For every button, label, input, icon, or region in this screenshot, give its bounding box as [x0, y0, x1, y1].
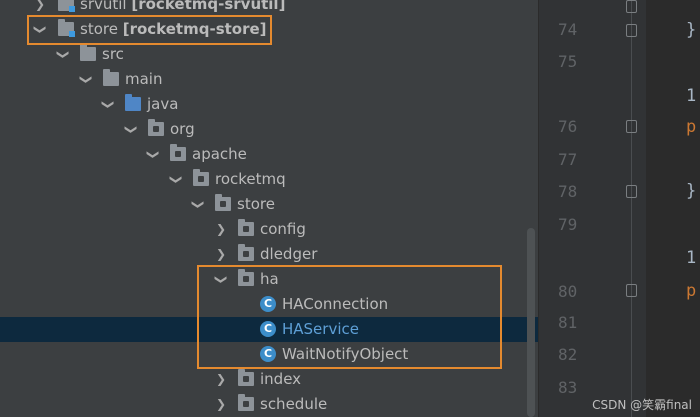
- line-number: 78: [558, 182, 578, 201]
- line-number: 83: [558, 378, 578, 397]
- module-qualifier: [rocketmq-srvutil]: [131, 0, 286, 13]
- tree-item-label: rocketmq: [215, 170, 286, 188]
- tree-item-config[interactable]: ❯ config: [0, 217, 538, 242]
- folder-icon: [103, 69, 119, 86]
- package-icon: [238, 394, 254, 411]
- package-icon: [193, 169, 209, 186]
- code-line: p: [686, 117, 697, 137]
- chevron-down-icon[interactable]: ❯: [119, 123, 144, 137]
- module-folder-icon: [58, 0, 75, 12]
- highlight-box-ha-package: [197, 265, 502, 369]
- tree-item-rocketmq[interactable]: ❯ rocketmq: [0, 167, 538, 192]
- code-line: p: [686, 281, 697, 301]
- tree-item-java[interactable]: ❯ java: [0, 92, 538, 117]
- line-number: 80: [558, 282, 578, 301]
- tree-item-label: schedule: [260, 395, 328, 413]
- highlight-box-module: [27, 15, 272, 45]
- tree-item-label: src: [102, 45, 124, 63]
- tree-item-label: config: [260, 220, 306, 238]
- code-editor[interactable]: } 1 p } 1 p: [646, 0, 700, 417]
- tree-scrollbar[interactable]: [527, 228, 535, 417]
- tree-item-src[interactable]: ❯ src: [0, 42, 538, 67]
- package-icon: [215, 194, 231, 211]
- fold-marker-icon[interactable]: [626, 185, 637, 198]
- package-icon: [238, 219, 254, 236]
- code-line: 1: [686, 86, 697, 106]
- tree-item-org[interactable]: ❯ org: [0, 117, 538, 142]
- tree-item-schedule[interactable]: ❯ schedule: [0, 392, 538, 417]
- tree-item-label: store: [237, 195, 275, 213]
- fold-marker-icon[interactable]: [626, 0, 637, 13]
- line-number: 81: [558, 313, 578, 332]
- chevron-down-icon[interactable]: ❯: [164, 173, 189, 187]
- tree-item-store-package[interactable]: ❯ store: [0, 192, 538, 217]
- tree-item-label: java: [147, 95, 179, 113]
- line-number: 77: [558, 150, 578, 169]
- code-line: 1: [686, 248, 697, 268]
- tree-item-label: apache: [192, 145, 247, 163]
- chevron-right-icon[interactable]: ❯: [214, 217, 228, 242]
- tree-item-label: dledger: [260, 245, 318, 263]
- chevron-right-icon[interactable]: ❯: [214, 392, 228, 417]
- watermark: CSDN @笑霸final: [592, 398, 692, 412]
- tree-item-dledger[interactable]: ❯ dledger: [0, 242, 538, 267]
- tree-item-label: srvutil: [80, 0, 127, 13]
- chevron-down-icon[interactable]: ❯: [51, 48, 76, 62]
- project-tree-panel: ❯ srvutil [rocketmq-srvutil] ❯ store [ro…: [0, 0, 538, 417]
- fold-marker-icon[interactable]: [626, 284, 637, 297]
- chevron-right-icon[interactable]: ❯: [214, 367, 228, 392]
- fold-marker-icon[interactable]: [626, 24, 637, 37]
- tree-item-index[interactable]: ❯ index: [0, 367, 538, 392]
- tree-item-label: org: [170, 120, 195, 138]
- line-number: 75: [558, 52, 578, 71]
- tree-item-apache[interactable]: ❯ apache: [0, 142, 538, 167]
- package-icon: [170, 144, 186, 161]
- tree-item-main[interactable]: ❯ main: [0, 67, 538, 92]
- package-icon: [238, 244, 254, 261]
- chevron-down-icon[interactable]: ❯: [186, 198, 211, 212]
- line-number: 74: [558, 20, 578, 39]
- line-number: 76: [558, 117, 578, 136]
- editor-gutter: 74 75 76 77 78 79 80 81 82 83: [538, 0, 646, 417]
- chevron-down-icon[interactable]: ❯: [96, 98, 121, 112]
- fold-guide-line: [631, 0, 632, 417]
- chevron-right-icon[interactable]: ❯: [214, 242, 228, 267]
- line-number: 79: [558, 215, 578, 234]
- tree-item-label: main: [125, 70, 163, 88]
- chevron-down-icon[interactable]: ❯: [74, 73, 99, 87]
- code-line: }: [686, 181, 697, 201]
- package-icon: [238, 369, 254, 386]
- chevron-down-icon[interactable]: ❯: [141, 148, 166, 162]
- source-root-folder-icon: [125, 94, 141, 111]
- tree-item-label: index: [260, 370, 302, 388]
- line-number: 82: [558, 345, 578, 364]
- fold-marker-icon[interactable]: [626, 120, 637, 133]
- folder-icon: [80, 44, 96, 61]
- code-line: }: [686, 20, 697, 40]
- package-icon: [148, 119, 164, 136]
